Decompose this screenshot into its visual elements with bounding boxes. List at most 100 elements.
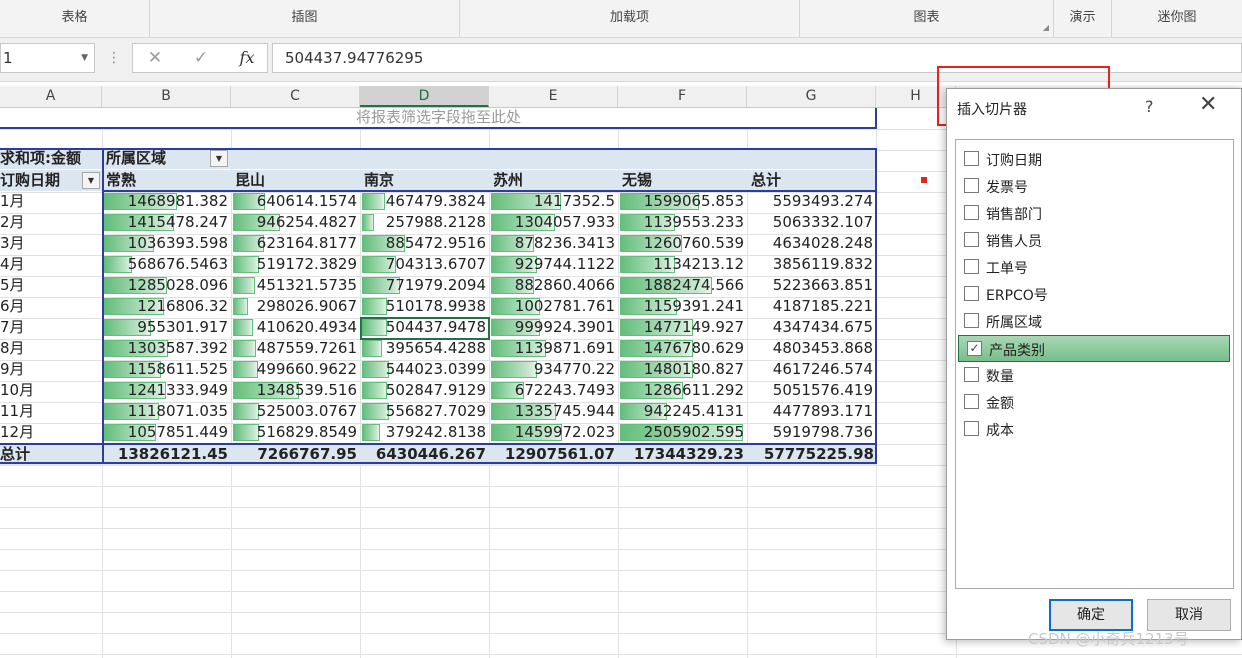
column-header-c[interactable]: C [231,86,360,107]
pivot-value-cell[interactable]: 516829.8549 [231,422,360,443]
pivot-row-label[interactable]: 8月 [0,338,102,359]
pivot-value-cell[interactable]: 5593493.274 [747,191,876,212]
pivot-value-cell[interactable]: 544023.0399 [360,359,489,380]
pivot-value-cell[interactable]: 502847.9129 [360,380,489,401]
pivot-value-cell[interactable]: 499660.9622 [231,359,360,380]
slicer-field-item[interactable]: 金额 [956,389,1233,416]
pivot-value-cell[interactable]: 395654.4288 [360,338,489,359]
close-icon[interactable]: ✕ [1199,93,1217,117]
pivot-value-cell[interactable]: 451321.5735 [231,275,360,296]
slicer-field-item[interactable]: 工单号 [956,254,1233,281]
pivot-value-cell[interactable]: 1002781.761 [489,296,618,317]
checkbox[interactable] [964,286,979,301]
checkbox[interactable] [964,367,979,382]
pivot-value-cell[interactable]: 1139553.233 [618,212,747,233]
pivot-value-cell[interactable]: 379242.8138 [360,422,489,443]
pivot-value-cell[interactable]: 1335745.944 [489,401,618,422]
pivot-value-cell[interactable]: 257988.2128 [360,212,489,233]
pivot-value-cell[interactable]: 640614.1574 [231,191,360,212]
pivot-filter-drop-zone[interactable]: 将报表筛选字段拖至此处 [0,108,877,129]
pivot-row-label[interactable]: 12月 [0,422,102,443]
pivot-value-cell[interactable]: 1480180.827 [618,359,747,380]
checkbox[interactable] [964,313,979,328]
pivot-value-cell[interactable]: 2505902.595 [618,422,747,443]
pivot-value-cell[interactable]: 878236.3413 [489,233,618,254]
pivot-value-cell[interactable]: 4347434.675 [747,317,876,338]
pivot-row-label[interactable]: 11月 [0,401,102,422]
pivot-value-cell[interactable]: 1118071.035 [102,401,231,422]
pivot-value-cell[interactable]: 672243.7493 [489,380,618,401]
pivot-value-cell[interactable]: 1057851.449 [102,422,231,443]
pivot-value-cell[interactable]: 934770.22 [489,359,618,380]
pivot-value-cell[interactable]: 1241333.949 [102,380,231,401]
pivot-value-cell[interactable]: 885472.9516 [360,233,489,254]
column-filter-dropdown-icon[interactable]: ▼ [210,150,228,167]
chevron-down-icon[interactable]: ▼ [81,44,88,72]
pivot-value-cell[interactable]: 298026.9067 [231,296,360,317]
dialog-launcher-icon[interactable]: ◢ [1043,24,1049,32]
row-filter-dropdown-icon[interactable]: ▼ [82,172,100,189]
pivot-value-cell[interactable]: 1036393.598 [102,233,231,254]
pivot-value-cell[interactable]: 771979.2094 [360,275,489,296]
pivot-value-cell[interactable]: 1882474.566 [618,275,747,296]
enter-icon[interactable]: ✓ [183,44,219,72]
pivot-row-label[interactable]: 5月 [0,275,102,296]
checkbox[interactable] [964,232,979,247]
pivot-value-cell[interactable]: 929744.1122 [489,254,618,275]
pivot-value-cell[interactable]: 1158611.525 [102,359,231,380]
slicer-field-item[interactable]: 成本 [956,416,1233,443]
pivot-value-cell[interactable]: 5051576.419 [747,380,876,401]
pivot-value-cell[interactable]: 1476780.629 [618,338,747,359]
help-icon[interactable]: ? [1145,97,1154,116]
slicer-field-item[interactable]: 销售部门 [956,200,1233,227]
pivot-value-cell[interactable]: 1477149.927 [618,317,747,338]
slicer-field-item[interactable]: 数量 [956,362,1233,389]
ok-button[interactable]: 确定 [1049,599,1133,631]
pivot-value-cell[interactable]: 5063332.107 [747,212,876,233]
pivot-value-cell[interactable]: 4803453.868 [747,338,876,359]
pivot-value-cell[interactable]: 1304057.933 [489,212,618,233]
pivot-value-cell[interactable]: 704313.6707 [360,254,489,275]
pivot-value-cell[interactable]: 525003.0767 [231,401,360,422]
slicer-field-item[interactable]: 订购日期 [956,146,1233,173]
pivot-value-cell[interactable]: 4617246.574 [747,359,876,380]
pivot-value-cell[interactable]: 1599065.853 [618,191,747,212]
drag-handle-icon[interactable]: ⋮ [107,50,121,66]
pivot-row-label[interactable]: 1月 [0,191,102,212]
pivot-value-cell[interactable]: 999924.3901 [489,317,618,338]
pivot-row-label[interactable]: 9月 [0,359,102,380]
pivot-value-cell[interactable]: 623164.8177 [231,233,360,254]
cancel-button[interactable]: 取消 [1147,599,1231,631]
checkbox[interactable] [964,394,979,409]
checkbox[interactable] [964,205,979,220]
pivot-row-label[interactable]: 4月 [0,254,102,275]
pivot-value-cell[interactable]: 568676.5463 [102,254,231,275]
pivot-value-cell[interactable]: 1139871.691 [489,338,618,359]
pivot-value-cell[interactable]: 1303587.392 [102,338,231,359]
pivot-row-label[interactable]: 7月 [0,317,102,338]
pivot-value-cell[interactable]: 410620.4934 [231,317,360,338]
slicer-field-item[interactable]: 所属区域 [956,308,1233,335]
pivot-value-cell[interactable]: 487559.7261 [231,338,360,359]
pivot-value-cell[interactable]: 882860.4066 [489,275,618,296]
pivot-value-cell[interactable]: 510178.9938 [360,296,489,317]
column-header-d[interactable]: D [360,86,489,107]
name-box[interactable]: 1 ▼ [0,43,95,73]
pivot-value-cell[interactable]: 4634028.248 [747,233,876,254]
slicer-field-item[interactable]: 发票号 [956,173,1233,200]
pivot-value-cell[interactable]: 4187185.221 [747,296,876,317]
pivot-value-cell[interactable]: 1134213.12 [618,254,747,275]
pivot-value-cell[interactable]: 519172.3829 [231,254,360,275]
pivot-value-cell[interactable]: 946254.4827 [231,212,360,233]
cancel-icon[interactable]: ✕ [137,44,173,72]
checkbox[interactable] [964,421,979,436]
slicer-field-item[interactable]: ✓ 产品类别 [958,335,1230,362]
pivot-row-label[interactable]: 6月 [0,296,102,317]
pivot-value-cell[interactable]: 1159391.241 [618,296,747,317]
pivot-value-cell[interactable]: 1417352.5 [489,191,618,212]
pivot-value-cell[interactable]: 1468981.382 [102,191,231,212]
insert-function-icon[interactable]: fx [229,44,265,72]
checkbox-checked[interactable]: ✓ [967,341,982,356]
pivot-value-cell[interactable]: 5223663.851 [747,275,876,296]
column-header-b[interactable]: B [102,86,231,107]
